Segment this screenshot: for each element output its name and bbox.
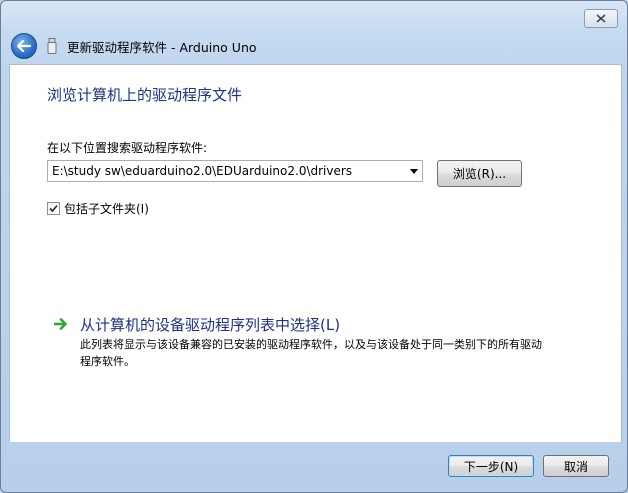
checkmark-icon (49, 204, 58, 212)
back-arrow-icon (17, 40, 31, 52)
include-subfolders-label: 包括子文件夹(I) (64, 201, 149, 216)
close-button[interactable] (584, 9, 618, 28)
next-button[interactable]: 下一步(N) (448, 455, 534, 477)
dialog-footer: 下一步(N) 取消 (9, 441, 620, 487)
search-location-label: 在以下位置搜索驱动程序软件: (47, 141, 208, 155)
page-title: 浏览计算机上的驱动程序文件 (47, 86, 243, 104)
driver-path-combobox[interactable]: E:\study sw\eduarduino2.0\EDUarduino2.0\… (47, 160, 423, 182)
browse-button[interactable]: 浏览(R)... (437, 160, 522, 187)
header-bar: 更新驱动程序软件 - Arduino Uno (9, 31, 621, 61)
close-icon (596, 14, 606, 23)
window-title: 更新驱动程序软件 - Arduino Uno (67, 40, 257, 55)
content-panel: 浏览计算机上的驱动程序文件 在以下位置搜索驱动程序软件: E:\study sw… (9, 64, 622, 442)
pick-from-list-description: 此列表将显示与该设备兼容的已安装的驱动程序软件，以及与该设备处于同一类别下的所有… (80, 338, 542, 368)
back-button[interactable] (11, 33, 37, 59)
usb-device-icon (47, 38, 57, 54)
cancel-button[interactable]: 取消 (543, 455, 609, 477)
include-subfolders-row[interactable]: 包括子文件夹(I) (47, 200, 149, 216)
chevron-down-icon[interactable] (410, 169, 418, 174)
dialog-window: 更新驱动程序软件 - Arduino Uno 浏览计算机上的驱动程序文件 在以下… (0, 0, 628, 493)
include-subfolders-checkbox[interactable] (47, 201, 60, 215)
driver-path-value: E:\study sw\eduarduino2.0\EDUarduino2.0\… (52, 164, 353, 178)
pick-from-list-link[interactable]: 从计算机的设备驱动程序列表中选择(L) (80, 314, 340, 335)
green-arrow-icon (54, 318, 67, 330)
